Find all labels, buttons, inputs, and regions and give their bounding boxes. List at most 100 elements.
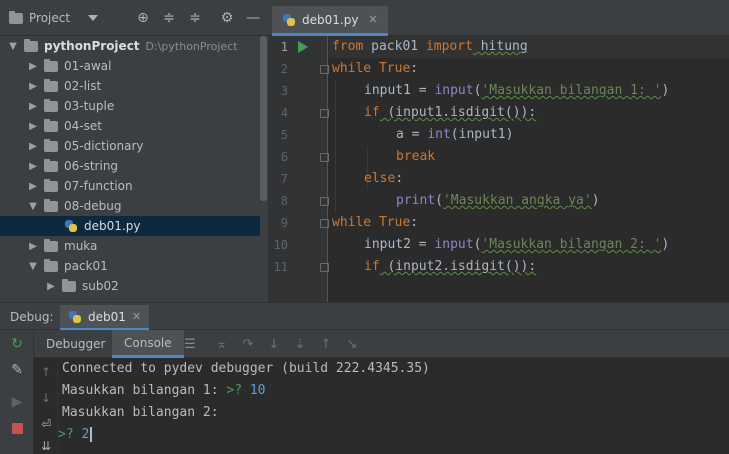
code-editor[interactable]: from pack01 import hitung while True: in… [329,36,729,302]
folder-icon [44,178,58,192]
arrow-down-icon[interactable]: ↓ [38,390,54,406]
tree-item-folder[interactable]: ▶ 03-tuple [0,96,260,116]
fold-icon[interactable] [320,109,329,118]
tree-item-pythonproject[interactable]: ▼ pythonProject D:\pythonProject [0,36,260,56]
line-number: 4 [280,106,288,120]
stop-icon[interactable] [9,420,25,436]
hide-panel-icon[interactable]: — [240,10,266,26]
tree-item-folder[interactable]: ▶ 01-awal [0,56,260,76]
tree-item-folder[interactable]: ▶ 05-dictionary [0,136,260,156]
project-view-selector[interactable]: Project [9,10,99,25]
tree-item-package-sub02[interactable]: ▶ sub02 [0,276,260,296]
project-tool-window-header: Project ⊕ ≑ ≑ ⚙ — [0,0,268,36]
menu-icon[interactable]: ☰ [182,336,198,352]
line-number: 2 [280,62,288,76]
wrench-icon[interactable]: ✎ [9,362,25,378]
tree-scrollbar[interactable] [260,36,267,201]
show-execution-point-icon[interactable]: ⌅ [214,336,230,352]
collapse-all-icon[interactable]: ≑ [182,10,208,26]
arrow-up-icon[interactable]: ↑ [38,364,54,380]
console-line: Connected to pydev debugger (build 222.4… [62,361,430,376]
indent-guide [335,80,336,212]
folder-icon [44,158,58,172]
step-over-icon[interactable]: ↷ [240,336,256,352]
tab-debugger[interactable]: Debugger [34,330,117,358]
chevron-right-icon[interactable]: ▶ [26,59,40,73]
resume-icon[interactable]: ▶ [9,394,25,410]
tree-item-folder-08-debug[interactable]: ▼ 08-debug [0,196,260,216]
tree-item-label: pack01 [64,259,108,273]
run-to-cursor-icon[interactable]: ↘ [344,336,360,352]
tree-item-label: muka [64,239,98,253]
chevron-right-icon[interactable]: ▶ [44,279,58,293]
debug-left-toolbar: ↻ ✎ ▶ [0,330,34,454]
tree-item-folder[interactable]: ▶ 04-set [0,116,260,136]
line-number: 10 [273,238,288,252]
chevron-down-icon [88,15,99,21]
tree-item-label: 06-string [64,159,119,173]
line-number: 3 [280,84,288,98]
chevron-down-icon[interactable]: ▼ [26,199,40,213]
debug-session-label: deb01 [88,309,126,324]
python-file-icon [68,310,82,324]
package-icon [44,258,58,272]
code-line: while True: [332,61,419,76]
chevron-down-icon[interactable]: ▼ [6,39,20,53]
project-panel-title: Project [29,11,71,25]
close-icon[interactable]: ✕ [132,310,141,323]
tab-console[interactable]: Console [112,330,184,358]
step-out-icon[interactable]: ↑ [318,336,334,352]
fold-icon[interactable] [320,65,329,74]
gear-icon[interactable]: ⚙ [214,10,240,26]
python-file-icon [64,219,78,233]
fold-icon[interactable] [320,263,329,272]
line-number: 7 [280,172,288,186]
locate-file-icon[interactable]: ⊕ [130,10,156,26]
fold-icon[interactable] [320,197,329,206]
step-into-icon[interactable]: ↓ [266,336,282,352]
chevron-right-icon[interactable]: ▶ [26,79,40,93]
editor-tab-deb01[interactable]: deb01.py ✕ [272,6,388,36]
tree-item-folder[interactable]: ▶ muka [0,236,260,256]
close-icon[interactable]: ✕ [368,13,377,26]
folder-icon [24,38,38,52]
chevron-right-icon[interactable]: ▶ [26,179,40,193]
debug-subtab-bar: Debugger Console ☰ ⌅ ↷ ↓ ⇣ ↑ ↘ [34,330,729,358]
code-line: a = int(input1) [396,127,514,142]
tree-item-folder[interactable]: ▶ 06-string [0,156,260,176]
chevron-right-icon[interactable]: ▶ [26,239,40,253]
console-input-line[interactable]: >? 2 [58,424,93,446]
chevron-right-icon[interactable]: ▶ [26,139,40,153]
line-number: 9 [280,216,288,230]
tree-item-label: 03-tuple [64,99,115,113]
chevron-right-icon[interactable]: ▶ [26,119,40,133]
folder-icon [44,238,58,252]
debug-console[interactable]: Connected to pydev debugger (build 222.4… [58,358,729,454]
code-line: if (input2.isdigit()): [364,259,537,274]
debug-session-tab[interactable]: deb01 ✕ [60,305,150,331]
step-into-my-code-icon[interactable]: ⇣ [292,336,308,352]
project-path: D:\pythonProject [145,39,238,53]
fold-icon[interactable] [320,219,329,228]
tree-item-label: 02-list [64,79,102,93]
chevron-right-icon[interactable]: ▶ [26,99,40,113]
run-gutter-icon[interactable] [298,41,308,53]
tree-item-folder[interactable]: ▶ 02-list [0,76,260,96]
chevron-down-icon[interactable]: ▼ [26,259,40,273]
folder-icon [44,98,58,112]
scroll-to-end-icon[interactable]: ⇊ [38,438,54,454]
folder-icon [44,58,58,72]
soft-wrap-icon[interactable]: ⏎ [38,416,54,432]
folder-icon [44,138,58,152]
expand-all-icon[interactable]: ≑ [156,10,182,26]
tree-item-deb01-py[interactable]: deb01.py [0,216,260,236]
folder-icon [44,78,58,92]
folder-icon [9,10,23,24]
tree-item-folder[interactable]: ▶ 07-function [0,176,260,196]
rerun-icon[interactable]: ↻ [9,336,25,352]
code-line: break [396,149,436,164]
tree-item-label: 04-set [64,119,102,133]
tree-item-package-pack01[interactable]: ▼ pack01 [0,256,260,276]
fold-icon[interactable] [320,153,329,162]
chevron-right-icon[interactable]: ▶ [26,159,40,173]
